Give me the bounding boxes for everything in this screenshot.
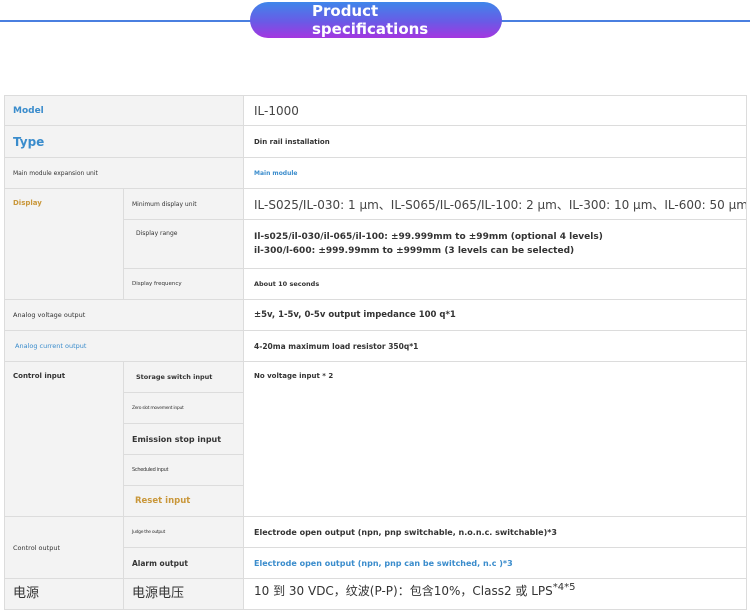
- input-emission-stop: Emission stop input: [123, 423, 244, 455]
- row-power: 电源 电源电压 10 到 30 VDC，纹波(P-P)：包含10%，Class2…: [4, 578, 747, 610]
- value-analog-voltage: ±5v, 1-5v, 0-5v output impedance 100 q*1: [243, 299, 747, 331]
- label-display-range: Display range: [123, 219, 244, 269]
- label-expansion: Main module expansion unit: [4, 157, 244, 189]
- row-analog-current: Analog current output 4-20ma maximum loa…: [4, 330, 747, 362]
- value-judge-output: Electrode open output (npn, pnp switchab…: [243, 516, 747, 548]
- label-control-input: Control input: [4, 361, 124, 517]
- row-control-output: Control output Judge the output Electrod…: [4, 516, 747, 579]
- row-control-input: Control input Storage switch input No vo…: [4, 361, 747, 517]
- input-zero-slot: Zero slot movement input: [123, 392, 244, 424]
- label-display: Display: [4, 188, 124, 300]
- value-alarm-output: Electrode open output (npn, pnp can be s…: [243, 547, 747, 579]
- row-type: Type Din rail installation: [4, 125, 747, 158]
- value-model: IL-1000: [243, 95, 747, 126]
- title-line-2: specifications: [312, 20, 429, 38]
- row-analog-voltage: Analog voltage output ±5v, 1-5v, 0-5v ou…: [4, 299, 747, 331]
- label-min-unit: Minimum display unit: [123, 188, 244, 220]
- label-display-freq: Display frequency: [123, 268, 244, 300]
- value-min-unit: IL-S025/IL-030: 1 μm、IL-S065/IL-065/IL-1…: [243, 188, 747, 220]
- value-power-voltage: 10 到 30 VDC，纹波(P-P)：包含10%，Class2 或 LPS*4…: [243, 578, 747, 610]
- row-display-min: Display Minimum display unit IL-S025/IL-…: [4, 188, 747, 300]
- section-title-badge: Product specifications: [250, 2, 502, 38]
- value-display-range: Il-s025/il-030/il-065/il-100: ±99.999mm …: [243, 219, 747, 269]
- title-line-1: Product: [312, 2, 379, 20]
- label-power: 电源: [4, 578, 124, 610]
- input-storage-switch: Storage switch input: [123, 361, 244, 393]
- value-expansion: Main module: [243, 157, 747, 189]
- value-control-input: No voltage input * 2: [243, 361, 747, 517]
- row-model: Model IL-1000: [4, 95, 747, 126]
- label-model: Model: [4, 95, 244, 126]
- label-analog-voltage: Analog voltage output: [4, 299, 244, 331]
- label-judge-output: Judge the output: [123, 516, 244, 548]
- label-control-output: Control output: [4, 516, 124, 579]
- label-analog-current: Analog current output: [4, 330, 244, 362]
- value-display-freq: About 10 seconds: [243, 268, 747, 300]
- label-power-voltage: 电源电压: [123, 578, 244, 610]
- input-scheduled: Scheduled input: [123, 454, 244, 486]
- spec-table: Model IL-1000 Type Din rail installation…: [4, 95, 747, 610]
- value-analog-current: 4-20ma maximum load resistor 350q*1: [243, 330, 747, 362]
- value-type: Din rail installation: [243, 125, 747, 158]
- section-title: Product specifications: [312, 2, 428, 38]
- input-reset: Reset input: [123, 485, 244, 517]
- row-expansion: Main module expansion unit Main module: [4, 157, 747, 189]
- label-alarm-output: Alarm output: [123, 547, 244, 579]
- label-type: Type: [4, 125, 244, 158]
